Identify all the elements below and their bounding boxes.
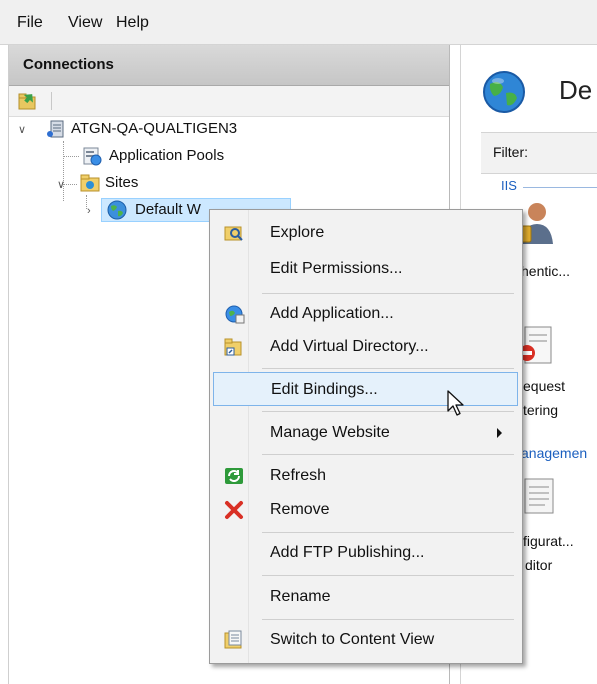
globe-icon — [107, 200, 127, 220]
connect-icon[interactable] — [17, 91, 39, 111]
remove-icon — [225, 501, 243, 519]
tree-connector — [63, 184, 77, 185]
menu-item-remove-label: Remove — [270, 501, 330, 518]
mouse-cursor-icon — [447, 390, 464, 416]
configuration-editor-icon — [524, 478, 554, 514]
menu-separator — [262, 619, 514, 620]
request-filtering-icon — [519, 326, 552, 364]
expand-default-site-icon[interactable]: › — [87, 205, 91, 217]
menu-item-edit-bindings-label: Edit Bindings... — [271, 381, 378, 398]
group-iis[interactable]: IIS — [501, 178, 517, 193]
group-divider — [523, 187, 597, 188]
menu-item-rename[interactable]: Rename — [213, 580, 518, 614]
filter-bar: Filter: — [481, 132, 597, 174]
menu-item-switch-to-content-view[interactable]: Switch to Content View — [213, 623, 518, 657]
menu-file[interactable]: File — [17, 14, 43, 32]
menu-item-manage-website[interactable]: Manage Website — [213, 416, 518, 450]
feature-authentication-label[interactable]: hentic... — [521, 261, 570, 281]
server-icon — [47, 120, 64, 138]
context-menu: Explore Edit Permissions... Add Applicat… — [209, 209, 523, 664]
menu-item-switch-to-content-view-label: Switch to Content View — [270, 631, 435, 648]
tree-connector — [63, 141, 64, 201]
menu-item-edit-permissions[interactable]: Edit Permissions... — [213, 252, 518, 286]
menu-item-manage-website-label: Manage Website — [270, 424, 390, 441]
content-view-icon — [224, 630, 242, 649]
feature-request-filtering-label-1[interactable]: equest — [523, 376, 565, 396]
menu-item-add-virtual-directory-label: Add Virtual Directory... — [270, 338, 429, 355]
menu-separator — [262, 575, 514, 576]
feature-configuration-editor-label-1[interactable]: figurat... — [523, 531, 574, 551]
page-title: De — [559, 75, 593, 105]
menu-separator — [262, 454, 514, 455]
filter-label: Filter: — [493, 144, 528, 160]
menu-help[interactable]: Help — [116, 14, 149, 32]
tree-node-server[interactable]: ATGN-QA-QUALTIGEN3 — [71, 117, 237, 141]
connections-header: Connections — [9, 45, 449, 86]
collapse-sites-icon[interactable]: ∨ — [57, 178, 65, 191]
toolbar-separator — [51, 92, 52, 110]
menu-item-refresh-label: Refresh — [270, 467, 327, 484]
app-pools-icon — [83, 147, 102, 166]
feature-request-filtering-label-2[interactable]: tering — [523, 400, 558, 420]
add-application-icon — [225, 305, 245, 324]
menu-item-remove[interactable]: Remove — [213, 493, 518, 527]
menu-separator — [262, 411, 514, 412]
tree-node-sites[interactable]: Sites — [105, 171, 138, 195]
submenu-arrow-icon — [497, 428, 502, 438]
menu-separator — [262, 368, 514, 369]
menu-view[interactable]: View — [68, 14, 102, 32]
tree-node-application-pools[interactable]: Application Pools — [109, 144, 224, 168]
menu-item-add-application-label: Add Application... — [270, 305, 394, 322]
collapse-server-icon[interactable]: ∨ — [18, 123, 26, 136]
menu-item-edit-bindings[interactable]: Edit Bindings... — [213, 372, 518, 406]
tree-node-default-website[interactable]: Default W — [135, 198, 201, 222]
menu-bar: File View Help — [0, 0, 597, 45]
menu-item-explore[interactable]: Explore — [213, 216, 518, 250]
refresh-icon — [225, 468, 243, 484]
tree-connector — [63, 156, 79, 157]
menu-item-add-virtual-directory[interactable]: Add Virtual Directory... — [213, 330, 518, 364]
feature-configuration-editor-label-2[interactable]: ditor — [525, 555, 552, 575]
globe-icon — [483, 71, 525, 113]
menu-item-refresh[interactable]: Refresh — [213, 459, 518, 493]
sites-folder-icon — [80, 174, 100, 192]
menu-separator — [262, 532, 514, 533]
menu-item-add-ftp-publishing[interactable]: Add FTP Publishing... — [213, 536, 518, 570]
menu-separator — [262, 293, 514, 294]
menu-item-rename-label: Rename — [270, 588, 331, 605]
menu-item-add-application[interactable]: Add Application... — [213, 297, 518, 331]
explore-icon — [224, 226, 243, 241]
menu-item-explore-label: Explore — [270, 224, 325, 241]
add-virtual-directory-icon — [224, 338, 242, 356]
menu-item-add-ftp-publishing-label: Add FTP Publishing... — [270, 544, 425, 561]
connections-toolbar — [9, 86, 449, 117]
menu-item-edit-permissions-label: Edit Permissions... — [270, 260, 403, 277]
connections-title: Connections — [23, 56, 114, 73]
group-management[interactable]: anagemen — [521, 445, 587, 461]
